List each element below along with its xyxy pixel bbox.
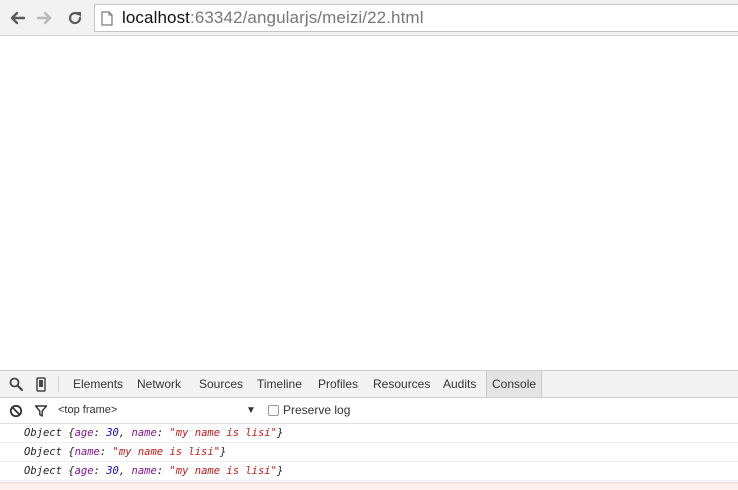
devtools-tab-bar: Elements Network Sources Timeline Profil… xyxy=(0,371,738,398)
tab-network[interactable]: Network xyxy=(132,371,186,397)
search-icon[interactable] xyxy=(8,376,24,392)
tab-console[interactable]: Console xyxy=(486,371,543,397)
page-viewport xyxy=(0,36,738,370)
arrow-forward-icon[interactable] xyxy=(33,6,57,30)
property-key: age xyxy=(74,465,94,477)
tab-resources[interactable]: Resources xyxy=(368,371,435,397)
filter-icon[interactable] xyxy=(33,403,49,419)
toolbar-divider xyxy=(58,376,59,392)
reload-icon[interactable] xyxy=(63,6,87,30)
console-message[interactable]: Object {age: 30, name: "my name is lisi"… xyxy=(0,462,738,481)
console-error-row xyxy=(0,482,738,490)
object-label: Object xyxy=(24,427,69,439)
property-value: "my name is lisi" xyxy=(169,465,277,477)
property-value: "my name is lisi" xyxy=(112,446,221,458)
preserve-log-label: Preserve log xyxy=(283,403,351,417)
object-label: Object xyxy=(24,446,69,458)
frame-selector[interactable]: <top frame> ▼ xyxy=(58,398,258,423)
tab-sources[interactable]: Sources xyxy=(194,371,248,397)
tab-profiles[interactable]: Profiles xyxy=(313,371,363,397)
chevron-down-icon: ▼ xyxy=(246,405,256,416)
preserve-log-checkbox[interactable] xyxy=(268,405,279,416)
property-value: "my name is lisi" xyxy=(169,427,277,439)
tab-timeline[interactable]: Timeline xyxy=(252,371,307,397)
arrow-back-icon[interactable] xyxy=(5,6,29,30)
property-key: name xyxy=(131,427,157,439)
property-value: 30 xyxy=(106,427,119,439)
property-key: name xyxy=(131,465,157,477)
console-output: Object {age: 30, name: "my name is lisi"… xyxy=(0,424,738,481)
clear-console-icon[interactable] xyxy=(8,403,24,419)
page-icon xyxy=(101,10,115,26)
console-message[interactable]: Object {name: "my name is lisi"} xyxy=(0,443,738,462)
tab-elements[interactable]: Elements xyxy=(68,371,128,397)
devtools-panel: Elements Network Sources Timeline Profil… xyxy=(0,370,738,490)
property-key: age xyxy=(74,427,94,439)
object-label: Object xyxy=(24,465,69,477)
tab-audits[interactable]: Audits xyxy=(438,371,481,397)
address-bar[interactable]: localhost:63342/angularjs/meizi/22.html xyxy=(94,4,738,32)
device-mode-icon[interactable] xyxy=(33,376,49,392)
property-value: 30 xyxy=(106,465,119,477)
browser-toolbar: localhost:63342/angularjs/meizi/22.html xyxy=(0,0,738,36)
property-key: name xyxy=(74,446,100,458)
frame-selector-value: <top frame> xyxy=(58,404,118,416)
url-text: localhost:63342/angularjs/meizi/22.html xyxy=(122,8,424,27)
console-filter-bar: <top frame> ▼ Preserve log xyxy=(0,398,738,424)
console-message[interactable]: Object {age: 30, name: "my name is lisi"… xyxy=(0,424,738,443)
